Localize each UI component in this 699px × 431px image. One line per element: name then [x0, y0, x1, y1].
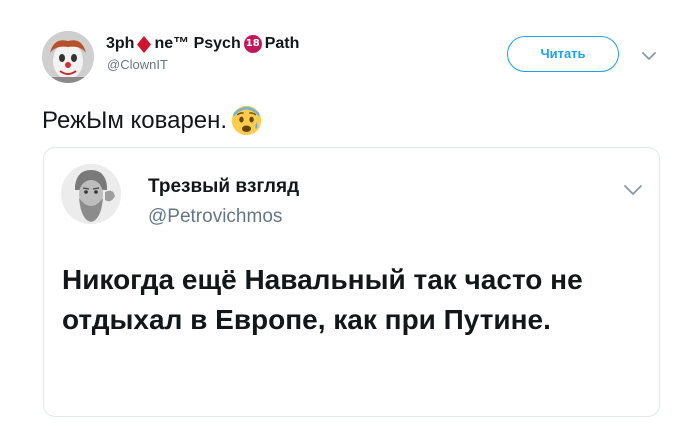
avatar[interactable] — [42, 31, 94, 83]
chevron-down-icon[interactable] — [622, 183, 644, 197]
quoted-avatar[interactable] — [61, 164, 121, 224]
chevron-down-icon[interactable] — [640, 50, 658, 62]
bearded-man-avatar-image — [61, 164, 121, 224]
author-name-part: 3ph — [106, 35, 135, 52]
diamond-icon — [137, 35, 152, 53]
author-display-name[interactable]: 3ph ne™ Psych 18 Path — [106, 35, 299, 53]
tweet-text: РежЫм коварен. — [42, 104, 263, 137]
quoted-author-handle[interactable]: @Petrovichmos — [148, 206, 282, 228]
clown-avatar-image — [42, 31, 94, 83]
quoted-tweet-card[interactable]: Трезвый взгляд @Petrovichmos Никогда ещё… — [43, 147, 660, 417]
quoted-tweet-text: Никогда ещё Навальный так часто не отдых… — [62, 264, 583, 335]
author-name-part: ne™ Psych — [154, 35, 241, 52]
author-name-part: Path — [264, 35, 300, 52]
anxious-face-icon — [231, 105, 262, 136]
quoted-author-name[interactable]: Трезвый взгляд — [148, 176, 299, 198]
age-18-badge-icon: 18 — [243, 35, 262, 53]
tweet: 3ph ne™ Psych 18 Path @ClownIT Читать Ре… — [0, 0, 699, 431]
author-handle[interactable]: @ClownIT — [107, 57, 168, 72]
follow-button[interactable]: Читать — [507, 36, 619, 72]
tweet-text-content: РежЫм коварен. — [42, 106, 228, 134]
